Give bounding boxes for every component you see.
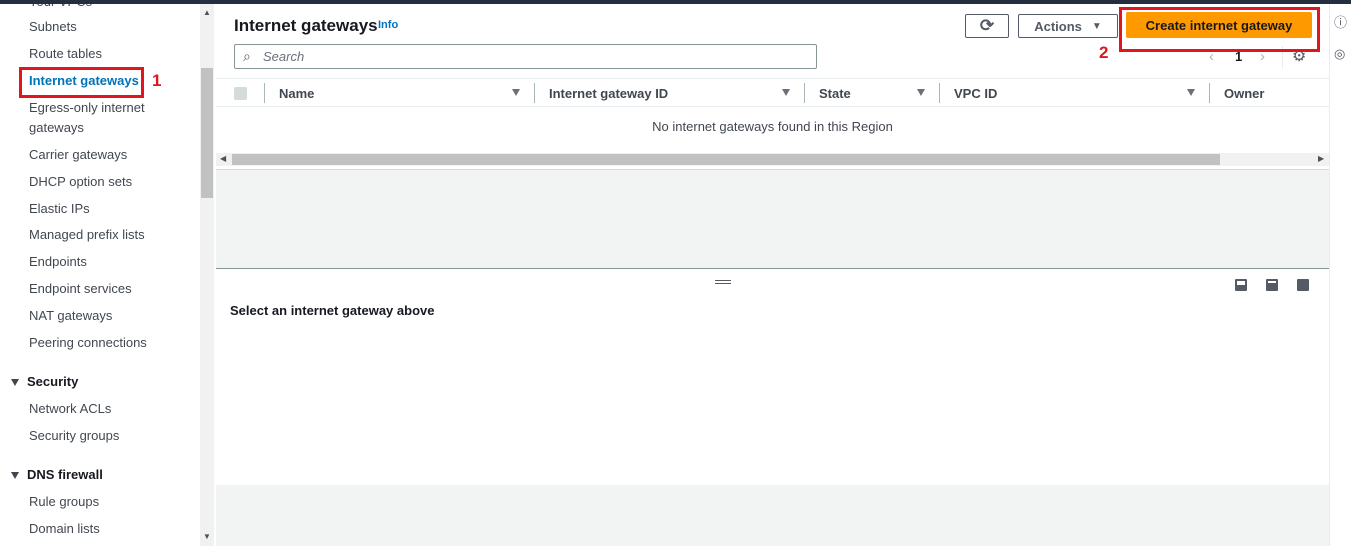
column-separator[interactable] [534, 83, 535, 103]
column-header-internet-gateway-id[interactable]: Internet gateway ID [549, 86, 668, 101]
detail-prompt: Select an internet gateway above [230, 303, 435, 318]
search-input[interactable]: ⌕ Search [234, 44, 817, 69]
actions-label: Actions [1034, 18, 1082, 34]
section-label: Security [27, 374, 79, 389]
panel-split-icon[interactable] [1266, 279, 1278, 291]
nav-security-groups[interactable]: Security groups [29, 426, 119, 446]
caret-down-icon [11, 472, 19, 479]
scroll-right-icon[interactable]: ▶ [1318, 154, 1324, 163]
details-panel: Select an internet gateway above [216, 268, 1329, 485]
info-link[interactable]: Info [378, 19, 398, 31]
nav-subnets[interactable]: Subnets [29, 17, 77, 37]
nav-rule-groups[interactable]: Rule groups [29, 492, 99, 512]
annotation-1: 1 [152, 71, 162, 90]
scroll-up-icon[interactable]: ▲ [203, 8, 211, 17]
column-header-vpc-id[interactable]: VPC ID [954, 86, 997, 101]
panel-full-icon[interactable] [1297, 279, 1309, 291]
sort-icon[interactable] [917, 89, 925, 96]
panel-bottom-icon[interactable] [1235, 279, 1247, 291]
table-header: Name Internet gateway ID State VPC ID Ow… [216, 78, 1329, 107]
page-title: Internet gateways [234, 16, 378, 35]
horizontal-scroll-thumb[interactable] [232, 154, 1220, 165]
empty-table-message: No internet gateways found in this Regio… [652, 119, 893, 134]
refresh-icon: ⟳ [979, 16, 995, 35]
sort-icon[interactable] [512, 89, 520, 96]
column-separator [264, 83, 265, 103]
nav-endpoint-services[interactable]: Endpoint services [29, 279, 132, 299]
highlight-box-2 [1119, 7, 1320, 52]
nav-network-acls[interactable]: Network ACLs [29, 399, 111, 419]
scroll-down-icon[interactable]: ▼ [203, 532, 211, 541]
actions-button[interactable]: Actions ▼ [1018, 14, 1118, 38]
nav-domain-lists[interactable]: Domain lists [29, 519, 100, 539]
nav-your-vpcs[interactable]: Your VPCs [29, 4, 92, 12]
info-panel-icon[interactable]: ⓘ [1334, 12, 1347, 31]
right-rail: ⓘ ◎ [1329, 4, 1351, 546]
nav-section-security[interactable]: Security [11, 374, 78, 389]
caret-down-icon [11, 379, 19, 386]
column-separator[interactable] [1209, 83, 1210, 103]
column-header-owner[interactable]: Owner [1224, 86, 1264, 101]
help-panel-icon[interactable]: ◎ [1334, 46, 1345, 62]
nav-managed-prefix-lists[interactable]: Managed prefix lists [29, 225, 145, 245]
nav-carrier-gateways[interactable]: Carrier gateways [29, 145, 127, 165]
sidebar-scroll-thumb[interactable] [201, 68, 213, 198]
refresh-button[interactable]: ⟳ [965, 14, 1009, 38]
sort-icon[interactable] [782, 89, 790, 96]
nav-peering-connections[interactable]: Peering connections [29, 333, 147, 353]
nav-elastic-ips[interactable]: Elastic IPs [29, 199, 90, 219]
highlight-box-1 [19, 67, 144, 98]
nav-egress-only-internet-gateways[interactable]: Egress-only internet gateways [29, 98, 159, 138]
resize-handle[interactable] [715, 280, 731, 284]
nav-endpoints[interactable]: Endpoints [29, 252, 87, 272]
column-separator[interactable] [804, 83, 805, 103]
nav-dhcp-option-sets[interactable]: DHCP option sets [29, 172, 132, 192]
column-separator[interactable] [939, 83, 940, 103]
nav-nat-gateways[interactable]: NAT gateways [29, 306, 112, 326]
search-icon: ⌕ [243, 48, 251, 64]
sort-icon[interactable] [1187, 89, 1195, 96]
column-header-state[interactable]: State [819, 86, 851, 101]
search-placeholder: Search [263, 49, 305, 64]
select-all-checkbox[interactable] [234, 87, 247, 100]
annotation-2: 2 [1099, 43, 1109, 62]
nav-route-tables[interactable]: Route tables [29, 44, 102, 64]
caret-down-icon: ▼ [1091, 20, 1102, 32]
main-content: Internet gateways Info ⟳ Actions ▼ Create… [216, 4, 1329, 546]
column-header-name[interactable]: Name [279, 86, 314, 101]
nav-section-dns-firewall[interactable]: DNS firewall [11, 467, 103, 482]
section-label: DNS firewall [27, 467, 103, 482]
scroll-left-icon[interactable]: ◀ [220, 154, 226, 163]
